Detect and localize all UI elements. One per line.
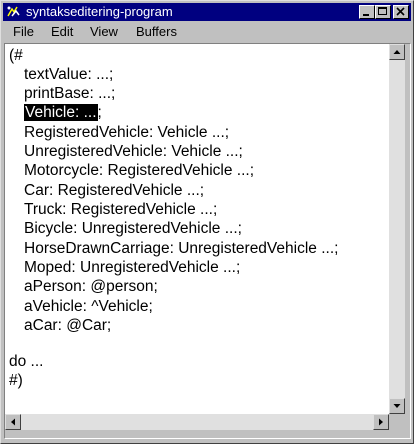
menu-edit[interactable]: Edit <box>51 24 73 40</box>
code-line[interactable]: HorseDrawnCarriage: UnregisteredVehicle … <box>24 240 338 258</box>
scroll-up-button[interactable] <box>389 44 405 60</box>
close-icon <box>396 7 405 16</box>
code-line[interactable]: aCar: @Car; <box>24 317 111 335</box>
code-line[interactable]: aPerson: @person; <box>24 278 158 296</box>
code-line[interactable]: RegisteredVehicle: Vehicle ...; <box>24 124 229 142</box>
code-line[interactable]: printBase: ...; <box>24 85 115 103</box>
arrow-up-icon <box>393 50 401 54</box>
vertical-scrollbar[interactable] <box>389 44 405 414</box>
horizontal-scrollbar[interactable] <box>5 414 389 430</box>
code-editor[interactable]: (# textValue: ...; printBase: ...; Vehic… <box>5 44 389 414</box>
selection-rest: ; <box>97 104 102 121</box>
menu-buffers[interactable]: Buffers <box>136 24 177 40</box>
maximize-icon <box>378 7 387 15</box>
editor-window: syntakseditering-program File Edit View … <box>0 0 414 444</box>
close-button[interactable] <box>393 5 409 19</box>
code-line[interactable]: (# <box>9 47 23 65</box>
maximize-button[interactable] <box>375 5 391 19</box>
scroll-right-button[interactable] <box>373 414 389 430</box>
scroll-down-button[interactable] <box>389 398 405 414</box>
menu-bar: File Edit View Buffers <box>3 22 411 42</box>
code-line[interactable]: Truck: RegisteredVehicle ...; <box>24 201 217 219</box>
arrow-left-icon <box>11 418 15 426</box>
scroll-left-button[interactable] <box>5 414 21 430</box>
scrollbar-corner <box>389 414 405 430</box>
code-line[interactable]: aVehicle: ^Vehicle; <box>24 298 153 316</box>
code-line[interactable]: Bicycle: UnregisteredVehicle ...; <box>24 220 242 238</box>
code-line[interactable]: textValue: ...; <box>24 66 113 84</box>
arrow-down-icon <box>393 404 401 408</box>
code-line[interactable]: Motorcycle: RegisteredVehicle ...; <box>24 162 254 180</box>
menu-view[interactable]: View <box>90 24 118 40</box>
arrow-right-icon <box>379 418 383 426</box>
window-title: syntakseditering-program <box>26 4 173 19</box>
menu-file[interactable]: File <box>13 24 34 40</box>
app-icon[interactable] <box>6 4 22 20</box>
code-line[interactable]: Car: RegisteredVehicle ...; <box>24 182 204 200</box>
code-line-selected[interactable]: Vehicle: ...; <box>24 104 102 122</box>
code-line[interactable]: Moped: UnregisteredVehicle ...; <box>24 259 240 277</box>
minimize-icon <box>363 14 369 16</box>
minimize-button[interactable] <box>359 5 375 19</box>
code-line[interactable]: #) <box>9 372 23 390</box>
selection-highlight[interactable]: Vehicle: ... <box>24 104 98 121</box>
title-bar[interactable]: syntakseditering-program <box>3 3 411 21</box>
code-line[interactable]: UnregisteredVehicle: Vehicle ...; <box>24 143 243 161</box>
code-line[interactable]: do ... <box>9 353 43 371</box>
